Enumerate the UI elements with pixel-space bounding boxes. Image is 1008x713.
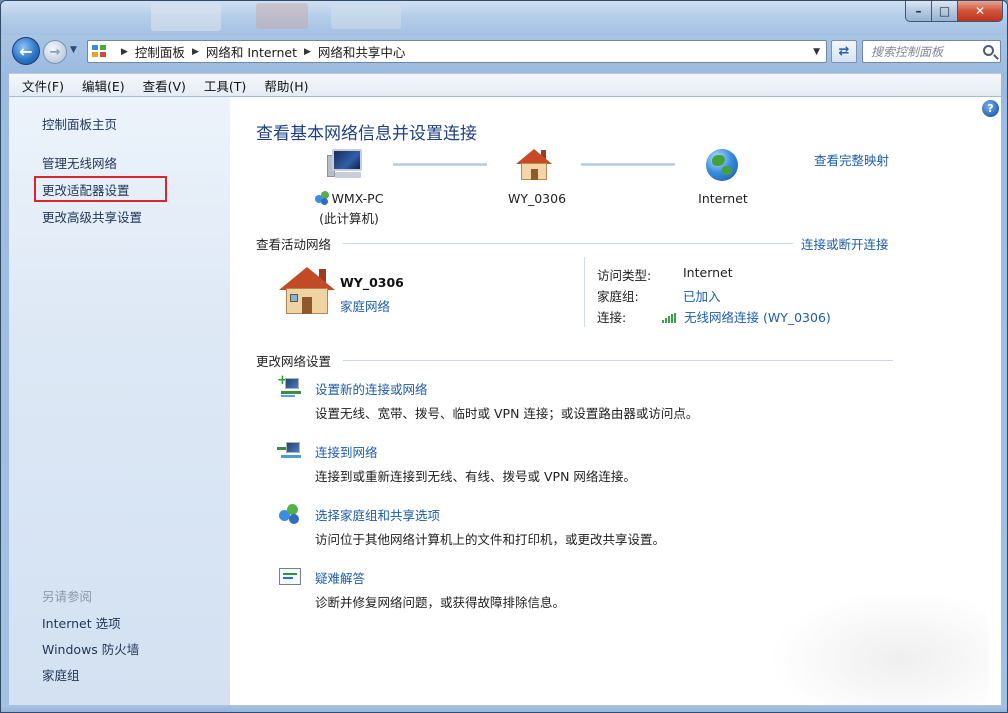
- breadcrumb-separator-icon[interactable]: ▶: [304, 47, 311, 57]
- menu-bar: 文件(F) 编辑(E) 查看(V) 工具(T) 帮助(H): [9, 73, 1001, 97]
- window-frame: – □ ✕ ← → ▼ ▶ 控制面板 ▶ 网络和 Internet ▶ 网络和共…: [0, 0, 1008, 713]
- page-title: 查看基本网络信息并设置连接: [256, 124, 477, 144]
- sidebar-link-control-panel-home[interactable]: 控制面板主页: [42, 114, 117, 133]
- background-blur: [256, 3, 308, 29]
- sidebar-link-homegroup[interactable]: 家庭组: [42, 665, 80, 684]
- map-computer-label: WMX-PC: [304, 191, 394, 206]
- minimize-button[interactable]: –: [905, 1, 932, 22]
- background-blur: [331, 5, 401, 29]
- maximize-button[interactable]: □: [932, 1, 958, 22]
- computer-sub-label: (此计算机): [319, 211, 379, 226]
- map-connector-line: [581, 163, 675, 166]
- task-connect-network-link[interactable]: 连接到网络: [315, 442, 378, 461]
- connection-value-link[interactable]: 无线网络连接 (WY_0306): [662, 307, 831, 326]
- menu-view[interactable]: 查看(V): [134, 76, 195, 95]
- sidebar: 控制面板主页 管理无线网络 更改适配器设置 更改高级共享设置 另请参阅 Inte…: [9, 97, 230, 705]
- menu-help[interactable]: 帮助(H): [255, 76, 317, 95]
- sidebar-link-manage-wireless[interactable]: 管理无线网络: [42, 153, 117, 172]
- help-icon[interactable]: ?: [982, 100, 999, 117]
- network-type-link[interactable]: 家庭网络: [340, 296, 390, 315]
- connect-network-icon: [277, 439, 303, 463]
- menu-file[interactable]: 文件(F): [13, 76, 73, 95]
- forward-button[interactable]: →: [43, 40, 67, 64]
- sidebar-link-windows-firewall[interactable]: Windows 防火墙: [42, 639, 139, 658]
- section-divider: [343, 243, 793, 244]
- refresh-icon: ⇄: [838, 44, 850, 59]
- address-dropdown-icon[interactable]: ▼: [813, 47, 820, 57]
- task-homegroup-sharing-desc: 访问位于其他网络计算机上的文件和打印机，或更改共享设置。: [315, 532, 666, 547]
- content-area: 控制面板主页 管理无线网络 更改适配器设置 更改高级共享设置 另请参阅 Inte…: [9, 97, 1001, 705]
- search-input[interactable]: [871, 42, 981, 62]
- breadcrumb-separator-icon[interactable]: ▶: [192, 47, 199, 57]
- sidebar-link-internet-options[interactable]: Internet 选项: [42, 613, 121, 632]
- computer-name: WMX-PC: [331, 191, 384, 206]
- refresh-button[interactable]: ⇄: [831, 40, 857, 63]
- main-panel: ? 查看基本网络信息并设置连接 WMX-PC (此计算机) WY_0306 In…: [230, 97, 1001, 705]
- view-full-map-link[interactable]: 查看完整映射: [814, 150, 889, 169]
- home-network-icon[interactable]: [516, 149, 552, 181]
- maximize-icon: □: [938, 4, 951, 18]
- arrow-left-icon: ←: [19, 41, 33, 61]
- internet-label: Internet: [698, 191, 748, 206]
- background-blur: [151, 3, 221, 31]
- vertical-divider: [584, 257, 585, 327]
- address-bar[interactable]: ▶ 控制面板 ▶ 网络和 Internet ▶ 网络和共享中心 ▼: [87, 40, 827, 63]
- connection-label: 连接:: [597, 310, 627, 325]
- history-dropdown-icon[interactable]: ▼: [70, 45, 77, 55]
- homegroup-label: 家庭组:: [597, 289, 639, 304]
- connect-disconnect-link[interactable]: 连接或断开连接: [801, 234, 889, 253]
- homegroup-value-link[interactable]: 已加入: [683, 286, 721, 305]
- menu-tools[interactable]: 工具(T): [195, 76, 255, 95]
- window-controls: – □ ✕: [905, 1, 1003, 23]
- window-bottom-border: [1, 705, 1007, 712]
- search-box: [862, 40, 1001, 63]
- map-connector-line: [393, 163, 487, 166]
- task-connect-network-desc: 连接到或重新连接到无线、有线、拨号或 VPN 网络连接。: [315, 469, 636, 484]
- access-type-value: Internet: [683, 265, 733, 280]
- breadcrumb-control-panel[interactable]: 控制面板: [135, 42, 185, 61]
- access-type-label: 访问类型:: [597, 268, 652, 283]
- section-divider: [343, 360, 893, 361]
- computer-icon[interactable]: [327, 149, 365, 181]
- sidebar-link-change-adapter[interactable]: 更改适配器设置: [42, 180, 130, 199]
- breadcrumb-network-internet[interactable]: 网络和 Internet: [206, 42, 297, 61]
- task-setup-new-connection-desc: 设置无线、宽带、拨号、临时或 VPN 连接；或设置路由器或访问点。: [315, 406, 699, 421]
- breadcrumb-separator-icon[interactable]: ▶: [121, 47, 128, 57]
- task-troubleshoot-desc: 诊断并修复网络问题，或获得故障排除信息。: [315, 595, 566, 610]
- internet-globe-icon[interactable]: [706, 149, 738, 181]
- change-settings-heading: 更改网络设置: [256, 354, 332, 369]
- homegroup-icon: [277, 502, 303, 526]
- search-icon[interactable]: [983, 45, 994, 56]
- back-button[interactable]: ←: [12, 37, 40, 65]
- task-homegroup-sharing-link[interactable]: 选择家庭组和共享选项: [315, 505, 440, 524]
- home-network-large-icon: [279, 267, 335, 315]
- menu-edit[interactable]: 编辑(E): [73, 76, 134, 95]
- troubleshoot-icon: [277, 565, 303, 589]
- sidebar-link-advanced-sharing[interactable]: 更改高级共享设置: [42, 207, 142, 226]
- network-icon: [314, 191, 329, 205]
- arrow-right-icon: →: [49, 44, 61, 60]
- task-setup-new-connection-link[interactable]: 设置新的连接或网络: [315, 379, 428, 398]
- wifi-signal-icon: [662, 313, 680, 323]
- task-troubleshoot-link[interactable]: 疑难解答: [315, 568, 365, 587]
- control-panel-icon: [92, 44, 108, 59]
- active-networks-heading: 查看活动网络: [256, 237, 332, 252]
- new-connection-icon: +: [277, 374, 303, 400]
- connection-name[interactable]: 无线网络连接 (WY_0306): [684, 310, 831, 325]
- navigation-bar: ← → ▼ ▶ 控制面板 ▶ 网络和 Internet ▶ 网络和共享中心 ▼ …: [9, 35, 1001, 67]
- active-network-name: WY_0306: [340, 275, 404, 290]
- network-name-label: WY_0306: [507, 191, 567, 206]
- minimize-icon: –: [915, 4, 922, 18]
- breadcrumb-network-sharing-center[interactable]: 网络和共享中心: [318, 42, 406, 61]
- see-also-heading: 另请参阅: [42, 589, 93, 604]
- close-icon: ✕: [974, 4, 986, 18]
- close-button[interactable]: ✕: [958, 1, 1003, 22]
- watermark-blur: [769, 590, 989, 705]
